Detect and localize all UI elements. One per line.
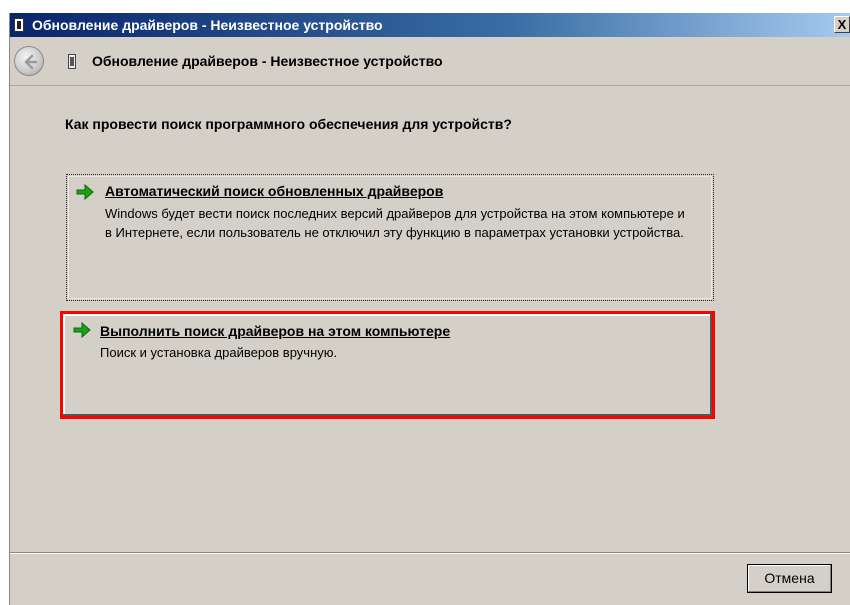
device-icon: [14, 18, 24, 32]
wizard-title: Обновление драйверов - Неизвестное устро…: [92, 53, 443, 69]
back-button[interactable]: [14, 46, 44, 76]
option-description: Поиск и установка драйверов вручную.: [100, 345, 338, 360]
close-button[interactable]: X: [834, 16, 850, 33]
green-arrow-icon: [76, 183, 94, 201]
option-description: Windows будет вести поиск последних верс…: [105, 206, 685, 240]
auto-search-option[interactable]: Автоматический поиск обновленных драйвер…: [66, 174, 714, 301]
device-icon: [68, 54, 76, 69]
back-arrow-icon: [24, 54, 38, 70]
title-bar[interactable]: Обновление драйверов - Неизвестное устро…: [10, 13, 850, 37]
driver-update-window: Обновление драйверов - Неизвестное устро…: [9, 13, 850, 605]
cancel-button[interactable]: Отмена: [747, 564, 832, 593]
footer-divider: [10, 552, 850, 554]
option-title: Выполнить поиск драйверов на этом компью…: [100, 323, 451, 339]
green-arrow-icon: [73, 321, 91, 339]
option-title: Автоматический поиск обновленных драйвер…: [105, 183, 444, 199]
page-question: Как провести поиск программного обеспече…: [65, 116, 512, 132]
wizard-header: Обновление драйверов - Неизвестное устро…: [10, 37, 850, 86]
window-title: Обновление драйверов - Неизвестное устро…: [32, 17, 383, 33]
manual-search-option[interactable]: Выполнить поиск драйверов на этом компью…: [60, 311, 715, 419]
